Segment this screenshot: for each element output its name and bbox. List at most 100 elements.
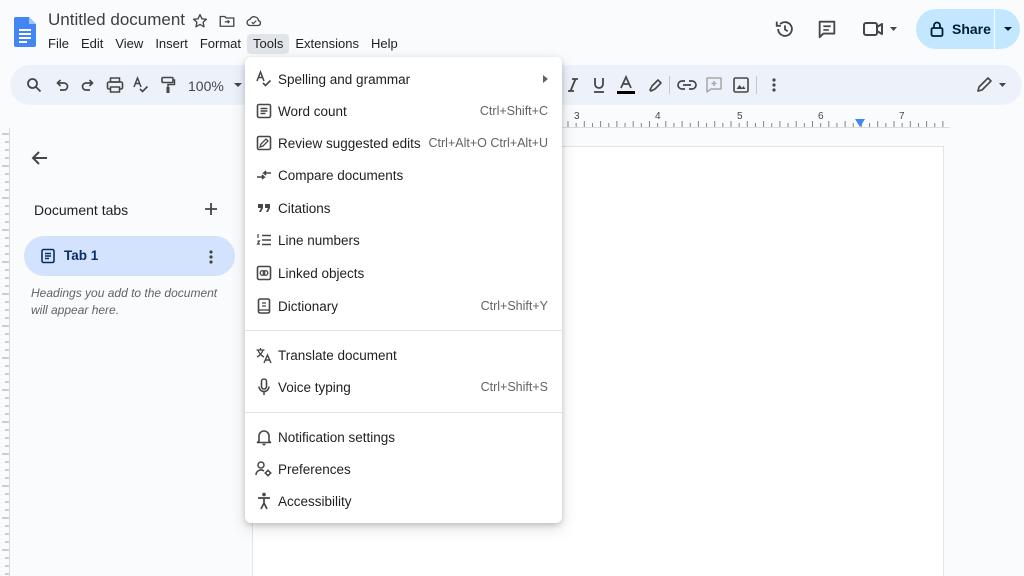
ruler-number: 6 (818, 111, 824, 122)
underline-icon[interactable] (588, 74, 610, 96)
share-button[interactable]: Share (916, 9, 1020, 49)
italic-icon[interactable] (562, 74, 584, 96)
linked-objects-icon (255, 264, 273, 282)
menu-item-label: Citations (278, 200, 331, 216)
menu-insert[interactable]: Insert (149, 34, 194, 54)
highlight-color-icon[interactable] (644, 74, 666, 96)
quote-icon (255, 199, 273, 217)
menu-item-voice-typing[interactable]: Voice typing Ctrl+Shift+S (245, 371, 562, 403)
horizontal-ruler (560, 110, 950, 128)
menu-item-dictionary[interactable]: Dictionary Ctrl+Shift+Y (245, 290, 562, 322)
search-menus-icon[interactable] (23, 74, 45, 96)
print-icon[interactable] (104, 74, 126, 96)
menu-item-preferences[interactable]: Preferences (245, 453, 562, 485)
lock-icon (930, 21, 944, 37)
paint-format-icon[interactable] (157, 74, 179, 96)
menu-separator (245, 330, 562, 331)
menu-item-review-suggested-edits[interactable]: Review suggested edits Ctrl+Alt+O Ctrl+A… (245, 127, 562, 159)
menu-item-notification-settings[interactable]: Notification settings (245, 421, 562, 453)
share-main-button[interactable]: Share (916, 9, 994, 49)
menu-item-shortcut: Ctrl+Shift+C (479, 104, 548, 118)
review-edits-icon (255, 134, 273, 152)
editing-mode-icon[interactable] (975, 74, 1009, 96)
meet-call-icon[interactable] (858, 14, 902, 44)
menu-extensions[interactable]: Extensions (289, 34, 365, 54)
add-comment-icon[interactable] (703, 74, 725, 96)
microphone-icon (255, 378, 273, 396)
menu-tools[interactable]: Tools (247, 34, 290, 54)
tab-options-icon[interactable] (205, 248, 217, 266)
document-tab-icon (40, 248, 56, 264)
menu-item-label: Linked objects (278, 265, 365, 281)
toolbar-divider (669, 76, 670, 94)
insert-link-icon[interactable] (676, 74, 698, 96)
version-history-icon[interactable] (770, 14, 800, 44)
ruler-number: 3 (574, 111, 580, 122)
back-arrow-icon[interactable] (30, 148, 50, 168)
accessibility-icon (255, 492, 273, 510)
headings-hint: Headings you add to the document will ap… (31, 286, 218, 317)
menu-item-shortcut: Ctrl+Shift+Y (480, 299, 548, 313)
menu-edit[interactable]: Edit (75, 34, 109, 54)
spellcheck-toolbar-icon[interactable] (130, 74, 152, 96)
redo-icon[interactable] (77, 74, 99, 96)
add-tab-icon[interactable] (203, 201, 219, 217)
menu-item-shortcut: Ctrl+Shift+S (480, 380, 548, 394)
document-title[interactable]: Untitled document (48, 10, 185, 30)
menu-item-label: Line numbers (278, 232, 360, 248)
ruler-number: 7 (899, 111, 905, 122)
preferences-icon (255, 460, 273, 478)
insert-image-icon[interactable] (730, 74, 752, 96)
tab-label: Tab 1 (64, 248, 99, 263)
menu-item-word-count[interactable]: Word count Ctrl+Shift+C (245, 95, 562, 127)
menu-item-label: Spelling and grammar (278, 71, 411, 87)
menu-item-line-numbers[interactable]: Line numbers (245, 224, 562, 256)
vertical-ruler (0, 128, 10, 576)
comments-icon[interactable] (812, 14, 842, 44)
docs-logo-icon[interactable] (14, 13, 36, 49)
move-folder-icon[interactable] (218, 12, 236, 30)
menu-bar: File Edit View Insert Format Tools Exten… (42, 34, 404, 54)
text-color-icon[interactable] (615, 74, 637, 96)
menu-item-compare-documents[interactable]: Compare documents (245, 159, 562, 191)
bell-icon (255, 428, 273, 446)
menu-item-shortcut: Ctrl+Alt+O Ctrl+Alt+U (428, 136, 548, 150)
tools-dropdown-menu: Spelling and grammar Word count Ctrl+Shi… (245, 57, 562, 523)
menu-item-translate-document[interactable]: Translate document (245, 339, 562, 371)
menu-item-linked-objects[interactable]: Linked objects (245, 257, 562, 289)
submenu-arrow-icon (543, 75, 548, 83)
menu-view[interactable]: View (109, 34, 149, 54)
toolbar-divider (756, 76, 757, 94)
menu-item-spelling-and-grammar[interactable]: Spelling and grammar (245, 63, 562, 95)
right-indent-marker[interactable] (855, 119, 865, 127)
menu-item-label: Preferences (278, 461, 351, 477)
menu-item-label: Review suggested edits (278, 135, 421, 151)
undo-icon[interactable] (51, 74, 73, 96)
menu-item-label: Word count (278, 103, 347, 119)
menu-file[interactable]: File (42, 34, 75, 54)
menu-item-label: Notification settings (278, 429, 396, 445)
word-count-icon (255, 102, 273, 120)
line-numbers-icon (255, 231, 273, 249)
compare-icon (255, 166, 273, 184)
menu-item-label: Accessibility (278, 493, 352, 509)
menu-item-accessibility[interactable]: Accessibility (245, 485, 562, 517)
translate-icon (255, 346, 273, 364)
menu-item-label: Voice typing (278, 379, 351, 395)
share-options-caret-icon[interactable] (995, 9, 1020, 49)
cloud-saved-icon[interactable] (245, 12, 263, 30)
zoom-select[interactable]: 100% (188, 78, 224, 94)
menu-item-label: Dictionary (278, 298, 339, 314)
star-icon[interactable] (191, 12, 209, 30)
share-label: Share (952, 21, 991, 37)
menu-item-label: Compare documents (278, 167, 404, 183)
menu-item-citations[interactable]: Citations (245, 192, 562, 224)
ruler-number: 4 (655, 111, 661, 122)
spellcheck-icon (255, 70, 273, 88)
more-options-icon[interactable] (763, 74, 785, 96)
ruler-number: 5 (737, 111, 743, 122)
menu-format[interactable]: Format (194, 34, 247, 54)
menu-separator (245, 412, 562, 413)
menu-help[interactable]: Help (365, 34, 404, 54)
menu-item-label: Translate document (278, 347, 397, 363)
